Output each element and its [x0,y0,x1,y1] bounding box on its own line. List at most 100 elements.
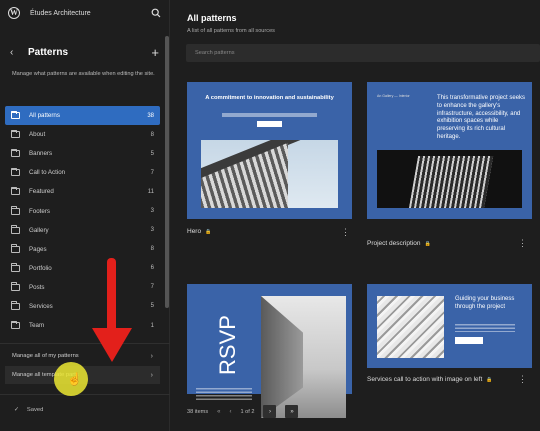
category-label: Featured [29,188,54,196]
services-button-placeholder [455,337,483,344]
category-count: 38 [147,112,154,119]
site-title[interactable]: Études Architecture [30,10,151,17]
sidebar-topbar: W Études Architecture [0,0,169,26]
project-tag: An Gallery — Interior [377,94,410,98]
category-count: 3 [150,227,154,234]
last-page-button[interactable]: » [285,405,299,418]
item-count: 38 items [187,408,209,415]
folder-icon [11,167,20,177]
section-description: Manage what patterns are available when … [12,71,155,77]
hero-heading: A commitment to innovation and sustainab… [205,95,334,101]
services-facade-image [377,296,444,358]
patterns-main: All patterns A list of all patterns from… [171,0,540,431]
category-label: Portfolio [29,264,52,272]
pattern-title-project-description[interactable]: Project description 🔒 [367,240,431,247]
pattern-title-services-cta[interactable]: Services call to action with image on le… [367,376,492,383]
services-paragraph-placeholder [455,324,515,332]
section-title: Patterns [28,46,69,58]
checkmark-icon: ✓ [14,407,19,413]
category-item-call-to-action[interactable]: Call to Action 7 [5,163,160,182]
first-page-button[interactable]: « [217,409,220,415]
folder-icon [11,282,20,291]
rsvp-corridor-image [261,296,346,418]
section-header: ‹ Patterns + [0,42,169,62]
hero-paragraph-placeholder [222,113,317,117]
page-title: All patterns [187,13,237,23]
lock-icon: 🔒 [205,228,212,235]
manage-my-patterns-link[interactable]: Manage all of my patterns › [5,347,160,365]
folder-icon [11,129,20,139]
hero-building-image [201,140,338,208]
more-options-icon[interactable]: ⋮ [518,239,527,248]
saved-label: Saved [26,407,44,413]
services-heading: Guiding your business through the projec… [455,296,515,310]
project-building-image [377,150,522,208]
lock-icon: 🔒 [486,376,493,383]
category-count: 5 [150,303,154,310]
category-count: 6 [150,265,154,272]
category-count: 8 [150,131,154,138]
red-arrow-head-annotation [92,328,132,362]
folder-icon [11,263,20,272]
rsvp-vertical-text: RSVP [215,315,240,375]
wordpress-logo-icon[interactable]: W [8,7,20,19]
category-item-portfolio[interactable]: Portfolio 6 [5,259,160,278]
pattern-title-label: Services call to action with image on le… [367,376,483,383]
pattern-title-label: Project description [367,240,421,247]
next-page-button[interactable]: › [263,405,277,418]
category-label: About [29,131,46,139]
category-count: 1 [150,322,154,329]
search-patterns-input[interactable]: Search patterns [186,44,540,62]
hero-button-placeholder [257,121,282,127]
lock-icon: 🔒 [424,240,431,247]
page-indicator[interactable]: 1 of 2 [240,409,254,415]
category-label: Team [29,322,45,330]
category-count: 7 [150,169,154,176]
sidebar-scrollbar[interactable] [165,36,169,308]
category-label: Pages [29,245,47,253]
category-item-about[interactable]: About 8 [5,125,160,144]
category-item-footers[interactable]: Footers 3 [5,201,160,220]
page-subtitle: A list of all patterns from all sources [187,28,275,34]
category-label: Gallery [29,226,49,234]
search-icon[interactable] [151,8,161,18]
folder-icon [11,148,20,158]
folder-icon [11,244,20,253]
sidebar: W Études Architecture ‹ Patterns + Manag… [0,0,170,431]
divider [0,394,170,395]
pattern-card-hero[interactable]: A commitment to innovation and sustainab… [187,82,352,219]
category-item-pages[interactable]: Pages 8 [5,240,160,259]
folder-icon [11,186,20,196]
folder-icon [11,301,20,310]
category-list: All patterns 38 About 8 Banners 5 Call t… [5,106,160,335]
category-item-gallery[interactable]: Gallery 3 [5,221,160,240]
chevron-right-icon: › [150,371,153,379]
pattern-card-rsvp[interactable]: RSVP [187,284,352,418]
category-label: Posts [29,283,45,291]
category-item-featured[interactable]: Featured 11 [5,182,160,201]
category-label: Footers [29,207,50,215]
add-pattern-icon[interactable]: + [151,46,159,59]
previous-page-button[interactable]: ‹ [229,409,231,415]
category-item-all-patterns[interactable]: All patterns 38 [5,106,160,126]
project-building-facade [407,156,494,208]
category-item-team[interactable]: Team 1 [5,316,160,335]
category-item-posts[interactable]: Posts 7 [5,278,160,297]
more-options-icon[interactable]: ⋮ [341,228,350,237]
pattern-card-project-description[interactable]: An Gallery — Interior This transformativ… [367,82,532,219]
pattern-card-services-cta[interactable]: Guiding your business through the projec… [367,284,532,368]
folder-icon [11,110,20,120]
category-count: 11 [147,188,154,195]
hand-pointer-cursor-icon: ☝ [67,372,82,386]
category-item-banners[interactable]: Banners 5 [5,144,160,163]
more-options-icon[interactable]: ⋮ [518,375,527,384]
category-label: Banners [29,150,53,158]
rsvp-text-label: RSVP [215,315,240,375]
category-label: Call to Action [29,169,66,177]
category-label: All patterns [29,112,60,120]
category-item-services[interactable]: Services 5 [5,297,160,316]
pattern-title-hero[interactable]: Hero 🔒 [187,228,211,235]
chevron-left-icon[interactable]: ‹ [10,47,24,58]
category-count: 3 [150,208,154,215]
divider [0,343,170,344]
